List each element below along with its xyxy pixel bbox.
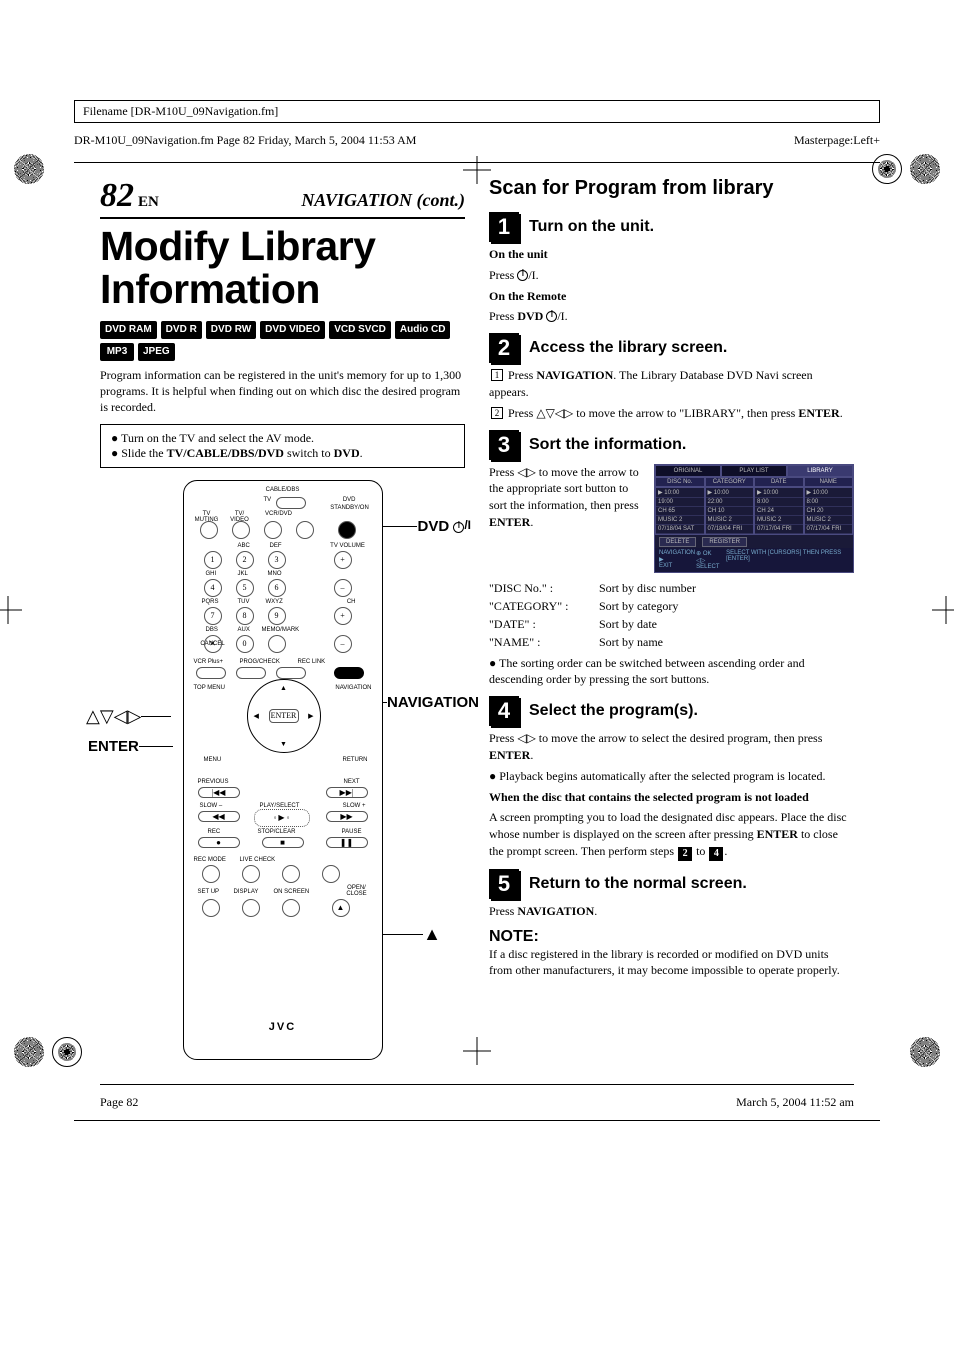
- body-text: Press ◁▷ to move the arrow to select the…: [489, 730, 854, 764]
- filename-box: Filename [DR-M10U_09Navigation.fm]: [74, 100, 880, 123]
- step-number: 5: [489, 869, 519, 899]
- badge-dvd-rw: DVD RW: [206, 321, 256, 339]
- note-body: If a disc registered in the library is r…: [489, 946, 854, 978]
- footer-left: Page 82: [100, 1095, 138, 1110]
- osd-button: REGISTER: [702, 537, 747, 547]
- registration-ring-icon: [52, 1037, 82, 1067]
- right-title: Scan for Program from library: [489, 177, 854, 200]
- note-item: Turn on the TV and select the AV mode.: [111, 431, 454, 446]
- callout-arrows: △▽◁▷: [86, 706, 141, 727]
- dpad-icon: ▲ ▼ ◀ ▶ ENTER: [247, 679, 321, 753]
- body-text: ● Playback begins automatically after th…: [489, 768, 854, 785]
- body-text: ● The sorting order can be switched betw…: [489, 655, 854, 689]
- subhead: On the unit: [489, 247, 548, 261]
- page-title: Modify Library Information: [100, 225, 465, 311]
- note-heading: NOTE:: [489, 928, 854, 946]
- osd-tab: ORIGINAL: [655, 465, 721, 477]
- power-icon: [546, 311, 557, 322]
- power-icon: [517, 270, 528, 281]
- callout-navigation: NAVIGATION: [387, 694, 479, 711]
- step-title: Turn on the unit.: [529, 218, 654, 236]
- osd-header: CATEGORY: [705, 477, 755, 487]
- body-text: Press /I.: [489, 267, 854, 284]
- format-badges: DVD RAM DVD R DVD RW DVD VIDEO VCD SVCD …: [100, 321, 465, 361]
- osd-tab: LIBRARY: [787, 465, 853, 477]
- badge-dvd-video: DVD VIDEO: [260, 321, 325, 339]
- power-icon: [453, 522, 464, 533]
- badge-mp3: MP3: [100, 343, 134, 361]
- step-title: Return to the normal screen.: [529, 875, 747, 893]
- subhead: On the Remote: [489, 289, 566, 303]
- badge-jpeg: JPEG: [138, 343, 175, 361]
- sort-list: "DISC No." :Sort by disc number "CATEGOR…: [489, 579, 854, 651]
- footer-right: March 5, 2004 11:52 am: [736, 1095, 854, 1110]
- body-text: 1 Press NAVIGATION. The Library Database…: [489, 367, 854, 401]
- osd-header: DATE: [754, 477, 804, 487]
- subhead: When the disc that contains the selected…: [489, 790, 809, 804]
- section-label: NAVIGATION (cont.): [301, 190, 465, 211]
- badge-dvd-r: DVD R: [161, 321, 202, 339]
- footer-rule: [74, 1120, 880, 1121]
- registration-mark-icon: [14, 154, 44, 184]
- badge-audio-cd: Audio CD: [395, 321, 451, 339]
- setup-note-box: Turn on the TV and select the AV mode. S…: [100, 424, 465, 468]
- remote-control-figure: CABLE/DBS TV DVD TV MUTING TV/ VIDEO VCR…: [183, 480, 383, 1060]
- osd-button: DELETE: [659, 537, 696, 547]
- step-title: Sort the information.: [529, 436, 686, 454]
- callout-enter: ENTER: [88, 738, 139, 755]
- step-title: Access the library screen.: [529, 339, 727, 357]
- body-text: Press NAVIGATION.: [489, 903, 854, 920]
- step-title: Select the program(s).: [529, 702, 698, 720]
- switch-icon: [276, 497, 306, 509]
- body-text: Press DVD /I.: [489, 308, 854, 325]
- step-number: 1: [489, 212, 519, 242]
- step-number: 4: [489, 696, 519, 726]
- step-number: 3: [489, 430, 519, 460]
- page-number: 82EN: [100, 177, 159, 215]
- callout-dvd: DVD /I: [417, 518, 471, 535]
- step-number: 2: [489, 333, 519, 363]
- osd-tab: PLAY LIST: [721, 465, 787, 477]
- body-text: A screen prompting you to load the desig…: [489, 809, 854, 861]
- callout-eject-icon: ▲: [423, 924, 441, 945]
- note-item: Slide the TV/CABLE/DBS/DVD switch to DVD…: [111, 446, 454, 461]
- cross-mark-icon: [463, 156, 491, 184]
- cross-mark-icon: [932, 596, 954, 624]
- osd-header: DISC No.: [655, 477, 705, 487]
- badge-dvd-ram: DVD RAM: [100, 321, 157, 339]
- registration-mark-icon: [14, 1037, 44, 1067]
- registration-mark-icon: [910, 1037, 940, 1067]
- running-header-left: DR-M10U_09Navigation.fm Page 82 Friday, …: [74, 133, 416, 148]
- intro-text: Program information can be registered in…: [100, 367, 465, 416]
- running-header-right: Masterpage:Left+: [794, 133, 880, 148]
- registration-ring-icon: [872, 154, 902, 184]
- osd-header: NAME: [804, 477, 854, 487]
- badge-vcd-svcd: VCD SVCD: [329, 321, 391, 339]
- brand-logo: JVC: [184, 1021, 382, 1033]
- cross-mark-icon: [463, 1037, 491, 1065]
- registration-mark-icon: [910, 154, 940, 184]
- cross-mark-icon: [0, 596, 22, 624]
- body-text: 2 Press △▽◁▷ to move the arrow to "LIBRA…: [489, 405, 854, 422]
- onscreen-display-figure: ORIGINAL PLAY LIST LIBRARY DISC No. CATE…: [654, 464, 854, 573]
